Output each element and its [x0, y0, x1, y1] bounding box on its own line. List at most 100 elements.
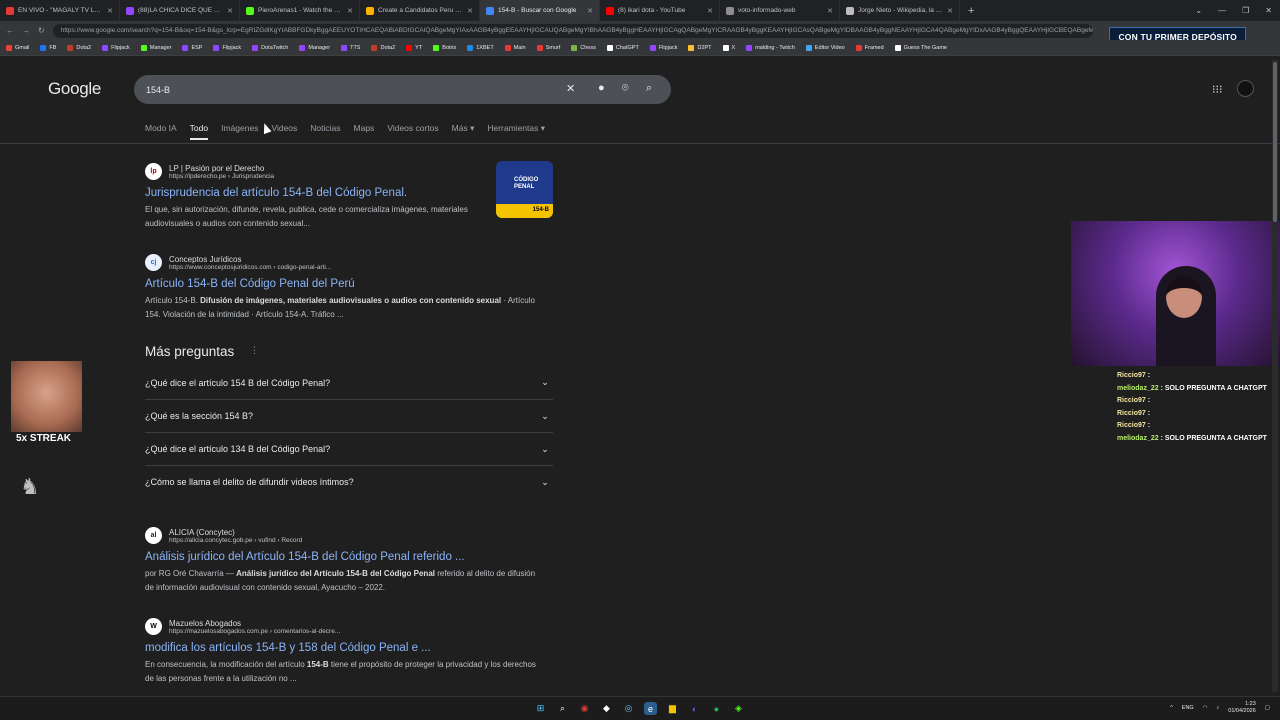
result-title-link[interactable]: Análisis jurídico del Artículo 154-B del… — [145, 551, 565, 563]
paa-question[interactable]: ¿Qué es la sección 154 B? ⌄ — [145, 399, 553, 432]
bookmark-item[interactable]: Guess The Game — [894, 44, 947, 51]
minimize-icon[interactable]: — — [1218, 6, 1226, 15]
bookmark-item[interactable]: 1XBET — [467, 44, 494, 51]
search-box[interactable]: ✕ ● ⌾ ⌕ — [134, 75, 671, 104]
bookmark-item[interactable]: Main — [504, 44, 526, 51]
spotify-icon[interactable]: ● — [710, 702, 723, 715]
browser-tab[interactable]: PieroArenas1 - Watch the VOD on✕ — [240, 0, 360, 21]
chevron-down-icon[interactable]: ⌄ — [537, 444, 553, 455]
lens-icon[interactable]: ⌾ — [622, 82, 629, 95]
volume-icon[interactable]: ♪ — [1217, 705, 1220, 711]
browser-tab[interactable]: voto-informado-web ✕ — [720, 0, 840, 21]
close-tab-icon[interactable]: ✕ — [587, 7, 593, 15]
chevron-down-icon[interactable]: ⌄ — [1195, 6, 1202, 15]
mic-icon[interactable]: ● — [598, 82, 605, 94]
result-source[interactable]: W Mazuelos Abogados https://mazuelosabog… — [145, 618, 565, 635]
chevron-down-icon[interactable]: ⌄ — [537, 477, 553, 488]
back-icon[interactable]: ← — [6, 26, 14, 35]
clock[interactable]: 1:23 01/04/2026 — [1228, 701, 1256, 715]
close-tab-icon[interactable]: ✕ — [227, 7, 233, 15]
search-icon[interactable]: ⌕ — [646, 82, 652, 95]
tab-noticias[interactable]: Noticias — [310, 123, 340, 134]
browser-tab[interactable]: EN VIVO - "MAGALY TV LA FIR ✕ — [0, 0, 120, 21]
result-source[interactable]: cj Conceptos Jurídicos https://www.conce… — [145, 254, 565, 271]
bookmark-item[interactable]: Botrix — [433, 44, 456, 51]
tab-más[interactable]: Más ▾ — [452, 123, 475, 134]
browser-tab[interactable]: (88)LA CHICA DICE QUE NO SE AL✕ — [120, 0, 240, 21]
windows-start-icon[interactable]: ⊞ — [534, 702, 547, 715]
more-options-icon[interactable]: ⋮ — [250, 345, 259, 356]
paa-question[interactable]: ¿Qué dice el artículo 154 B del Código P… — [145, 366, 553, 399]
bookmark-item[interactable]: Chess — [571, 44, 596, 51]
browser-tab[interactable]: (8) ikari dota - YouTube ✕ — [600, 0, 720, 21]
bookmark-item[interactable]: YT — [406, 44, 422, 51]
result-title-link[interactable]: Artículo 154-B del Código Penal del Perú — [145, 278, 565, 290]
file-explorer-icon[interactable]: ▆ — [666, 702, 679, 715]
bookmark-item[interactable]: Editor Video — [805, 44, 845, 51]
bookmark-item[interactable]: malding - Twitch — [746, 44, 795, 51]
google-logo[interactable]: Google — [48, 79, 101, 99]
obs-icon[interactable]: ◉ — [578, 702, 591, 715]
bookmark-item[interactable]: Framed — [855, 44, 884, 51]
browser-tab[interactable]: Jorge Nieto - Wikipedia, la encicl ✕ — [840, 0, 960, 21]
clear-icon[interactable]: ✕ — [566, 82, 575, 95]
tab-maps[interactable]: Maps — [354, 123, 375, 134]
bookmark-item[interactable]: TTS — [341, 44, 360, 51]
bookmark-item[interactable]: Flipjack — [649, 44, 677, 51]
edge-browser-icon[interactable]: e — [644, 702, 657, 715]
kick-icon[interactable]: ◈ — [732, 702, 745, 715]
bookmark-item[interactable]: X — [722, 44, 735, 51]
bookmark-item[interactable]: Smurf — [536, 44, 560, 51]
bookmark-item[interactable]: Manager — [299, 44, 330, 51]
browser-tab[interactable]: Create a Candidatos Peru 2026 Ti ✕ — [360, 0, 480, 21]
steam-icon[interactable]: ◎ — [622, 702, 635, 715]
close-icon[interactable]: ✕ — [1265, 6, 1272, 15]
scrollbar-thumb[interactable] — [1273, 62, 1277, 222]
bookmark-item[interactable]: FB — [40, 44, 56, 51]
close-tab-icon[interactable]: ✕ — [107, 7, 113, 15]
tab-imágenes[interactable]: Imágenes — [221, 123, 258, 134]
bookmark-item[interactable]: D2PT — [688, 44, 712, 51]
close-tab-icon[interactable]: ✕ — [707, 7, 713, 15]
forward-icon[interactable]: → — [22, 26, 30, 35]
discord-icon[interactable]: ◐ — [688, 702, 701, 715]
chevron-down-icon[interactable]: ⌄ — [537, 411, 553, 422]
wifi-icon[interactable]: ◠ — [1203, 705, 1208, 711]
language-indicator[interactable]: ENG — [1182, 705, 1194, 711]
maximize-icon[interactable]: ❐ — [1242, 6, 1249, 15]
tab-modo-ia[interactable]: Modo IA — [145, 123, 177, 134]
bookmark-item[interactable]: Dota2 — [371, 44, 395, 51]
bookmark-item[interactable]: Gmail — [6, 44, 29, 51]
tray-overflow-icon[interactable]: ^ — [1170, 705, 1173, 711]
bookmark-item[interactable]: ESP — [182, 44, 202, 51]
result-title-link[interactable]: modifica los artículos 154-B y 158 del C… — [145, 642, 565, 654]
search-icon[interactable]: ⌕ — [556, 702, 569, 715]
paa-question[interactable]: ¿Cómo se llama el delito de difundir vid… — [145, 465, 553, 498]
result-thumbnail[interactable]: CÓDIGO PENAL 154-B — [496, 161, 553, 218]
notification-icon[interactable]: ▢ — [1265, 705, 1270, 711]
bookmark-item[interactable]: Manager — [140, 44, 171, 51]
browser-tab[interactable]: 154-B - Buscar con Google ✕ — [480, 0, 600, 21]
page-scrollbar[interactable] — [1272, 60, 1278, 692]
close-tab-icon[interactable]: ✕ — [947, 7, 953, 15]
avatar[interactable] — [1237, 80, 1254, 97]
close-tab-icon[interactable]: ✕ — [347, 7, 353, 15]
new-tab-button[interactable]: + — [960, 5, 982, 17]
epic-games-icon[interactable]: ◆ — [600, 702, 613, 715]
bookmark-item[interactable]: Dota2 — [67, 44, 91, 51]
close-tab-icon[interactable]: ✕ — [827, 7, 833, 15]
bookmark-item[interactable]: Flipjack — [102, 44, 130, 51]
tab-herramientas[interactable]: Herramientas ▾ — [487, 123, 545, 134]
bookmark-item[interactable]: Flipjack — [213, 44, 241, 51]
tab-videos[interactable]: Videos — [271, 123, 297, 134]
close-tab-icon[interactable]: ✕ — [467, 7, 473, 15]
reload-icon[interactable]: ↻ — [38, 26, 45, 35]
result-source[interactable]: al ALICIA (Concytec) https://alicia.conc… — [145, 527, 565, 544]
paa-question[interactable]: ¿Qué dice el artículo 134 B del Código P… — [145, 432, 553, 465]
tab-videos-cortos[interactable]: Videos cortos — [387, 123, 438, 134]
bookmark-item[interactable]: DotaTwitch — [252, 44, 288, 51]
search-input[interactable] — [146, 84, 546, 95]
apps-grid-icon[interactable]: ⁝⁝⁝ — [1212, 83, 1223, 96]
chevron-down-icon[interactable]: ⌄ — [537, 377, 553, 388]
url-field[interactable]: https://www.google.com/search?q=154-B&oq… — [52, 23, 1093, 38]
